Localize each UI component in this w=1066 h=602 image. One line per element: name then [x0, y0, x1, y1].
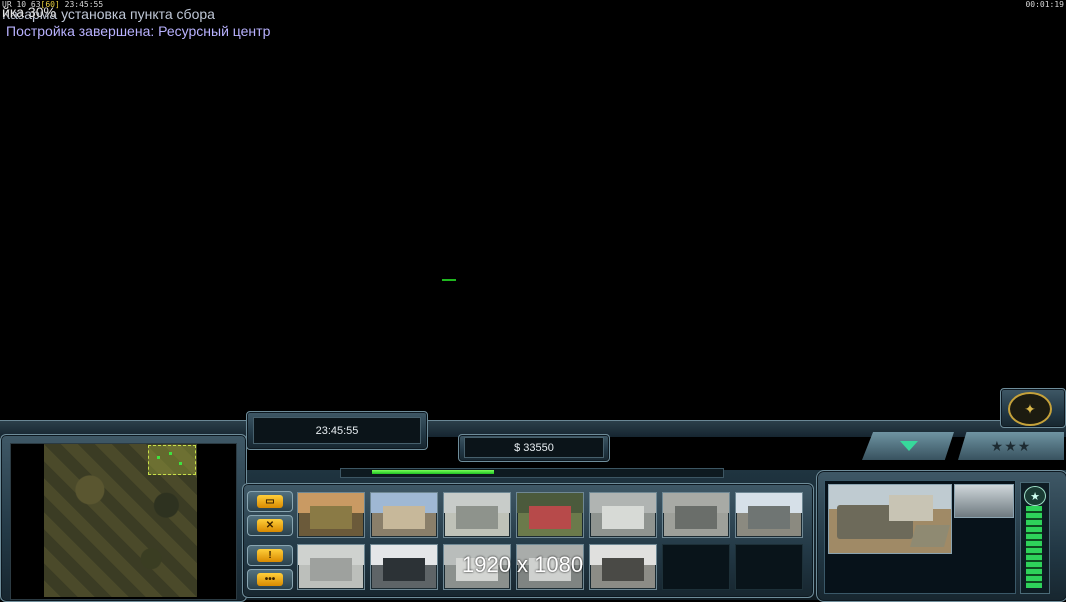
- barracks-cameo[interactable]: [370, 492, 438, 538]
- cameo-building: [674, 506, 718, 530]
- airfield-cameo[interactable]: [662, 492, 730, 538]
- detention-camp-cameo[interactable]: [297, 544, 365, 590]
- tools-icon: ✕: [257, 519, 283, 532]
- chat-tab-button[interactable]: •••: [247, 569, 293, 590]
- elapsed-time: 00:01:19: [1025, 0, 1064, 9]
- cameo-building: [309, 558, 353, 582]
- money-counter: $ 33550: [464, 437, 604, 458]
- dozer-blade: [910, 525, 950, 547]
- minimap-player-base: [148, 445, 196, 475]
- selected-unit-icon[interactable]: [954, 484, 1014, 518]
- star-icon: ★: [1024, 486, 1046, 506]
- chevron-down-icon: [900, 441, 918, 451]
- tunnel-cameo[interactable]: [589, 544, 657, 590]
- window-icon: ▭: [257, 495, 283, 508]
- dozer-portrait[interactable]: [828, 484, 952, 554]
- resolution-watermark: 1920 x 1080: [462, 552, 584, 577]
- dozer-cab: [889, 495, 933, 521]
- minimap-unit-dot: [169, 452, 172, 455]
- cameo-building: [747, 506, 791, 530]
- mouse-cursor: [442, 279, 456, 281]
- cameo-building: [528, 506, 572, 530]
- cameo-building: [382, 506, 426, 530]
- empty-build-slot: [735, 544, 803, 590]
- speech-bubble-icon: •••: [257, 573, 283, 586]
- collapse-hud-button[interactable]: [862, 432, 954, 460]
- war-factory-cameo[interactable]: [589, 492, 657, 538]
- minimap-unit-dot: [179, 462, 182, 465]
- minimap-unit-dot: [157, 456, 160, 459]
- exclamation-icon: !: [257, 549, 283, 562]
- upgrades-tab-button[interactable]: ✕: [247, 515, 293, 536]
- power-bar-fill: [372, 470, 494, 474]
- command-center-cameo[interactable]: [297, 492, 365, 538]
- generals-powers-button[interactable]: ★★★: [958, 432, 1064, 460]
- cameo-building: [382, 558, 426, 582]
- empty-build-slot: [662, 544, 730, 590]
- cameo-building: [601, 558, 645, 582]
- overlay-fragment: йка 30%: [2, 4, 56, 20]
- build-tab-button[interactable]: ▭: [247, 491, 293, 512]
- strategy-center-cameo[interactable]: [735, 492, 803, 538]
- experience-bar: [1026, 506, 1042, 588]
- alert-tab-button[interactable]: !: [247, 545, 293, 566]
- game-clock: 23:45:55: [253, 417, 421, 444]
- fire-base-cameo[interactable]: [370, 544, 438, 590]
- cameo-building: [601, 506, 645, 530]
- cameo-building: [309, 506, 353, 530]
- message-rally-point: Казарма установка пункта сбора йка 30%: [2, 4, 215, 22]
- cameo-building: [455, 506, 499, 530]
- message-construction-complete: Постройка завершена: Ресурсный центр: [6, 23, 271, 39]
- compass-icon: ✦: [1008, 392, 1052, 426]
- supply-center-cameo[interactable]: [443, 492, 511, 538]
- patriot-battery-cameo[interactable]: [516, 492, 584, 538]
